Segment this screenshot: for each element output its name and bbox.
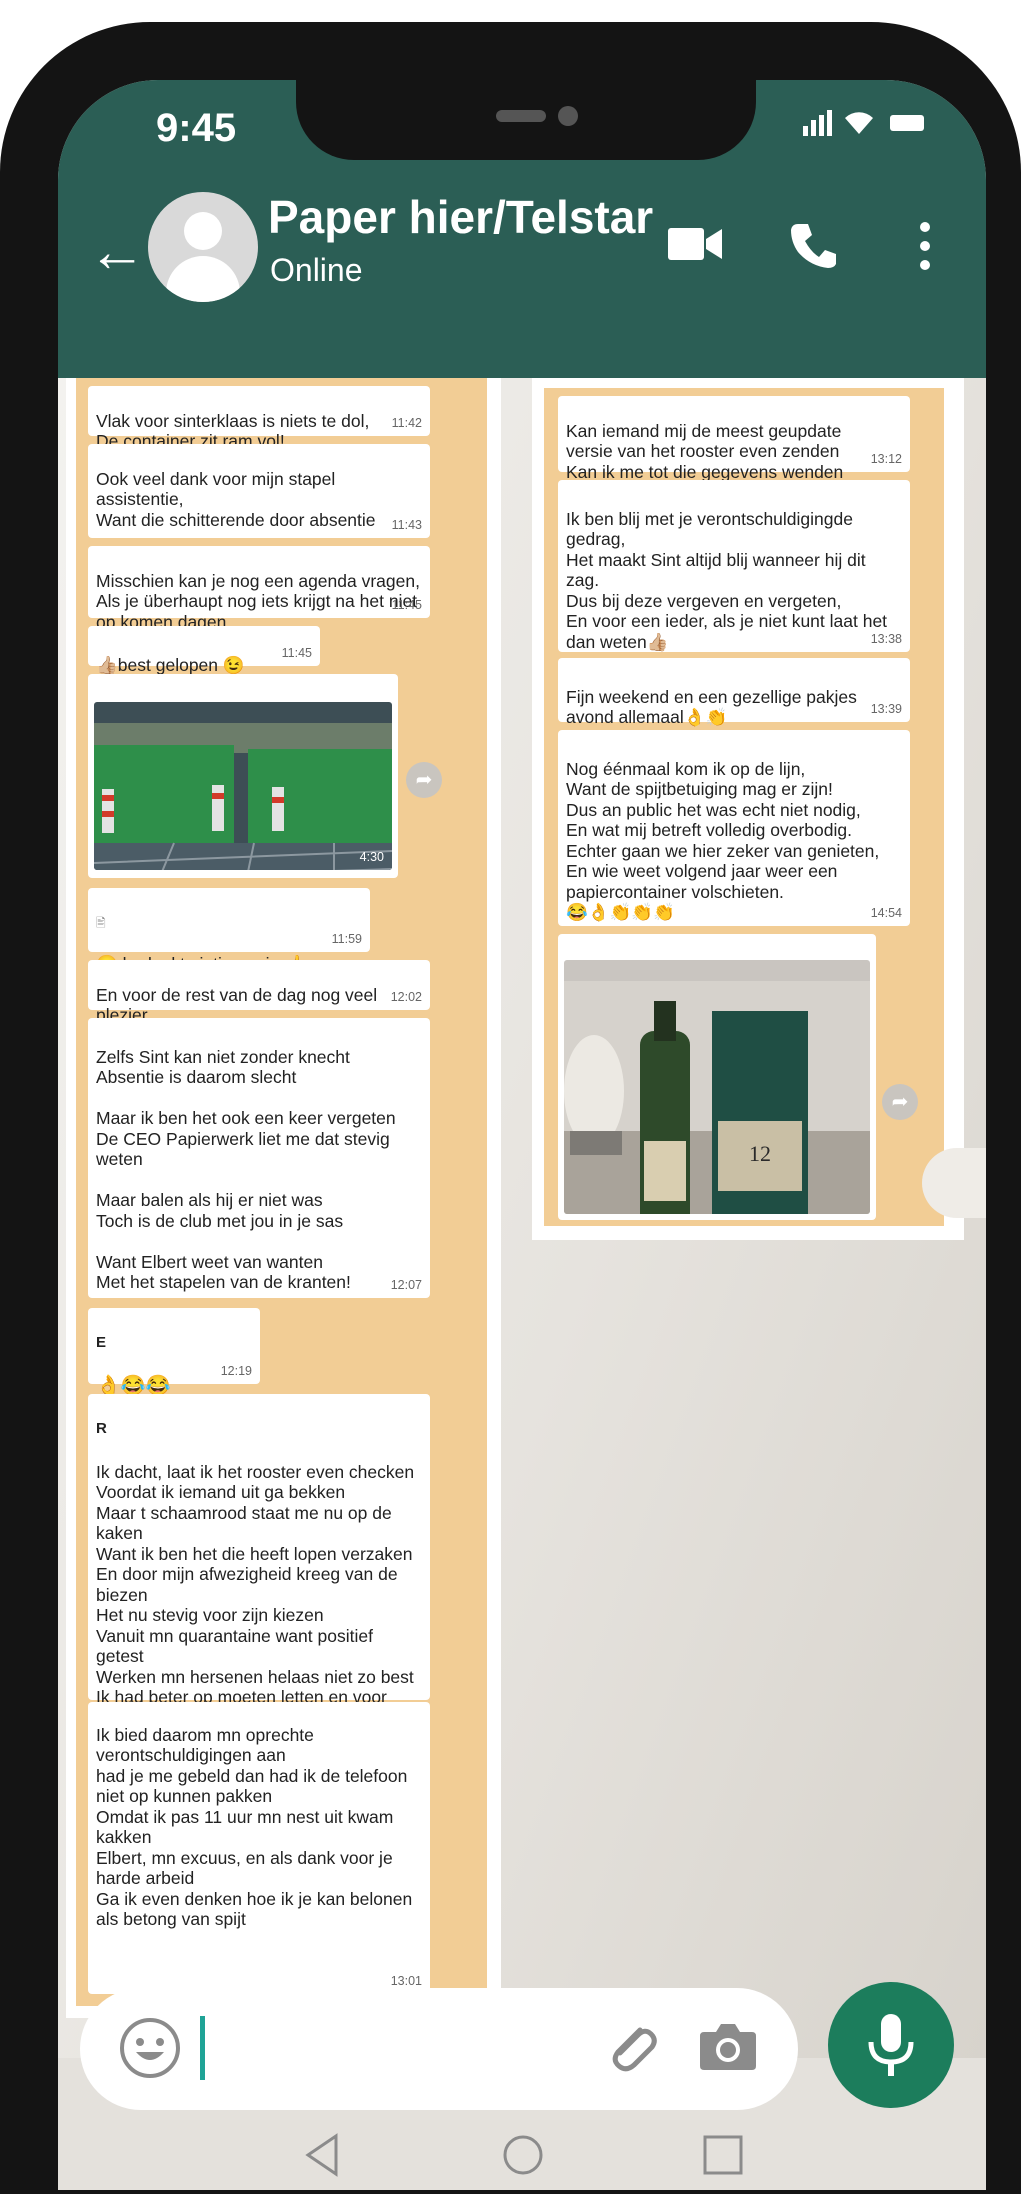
- smiley-icon[interactable]: [118, 2016, 182, 2080]
- more-menu-icon[interactable]: [918, 222, 932, 276]
- message-bubble[interactable]: 👍🏼best gelopen 😉 11:45: [88, 626, 320, 675]
- camera-notch: [296, 80, 756, 160]
- message-text: Ik dacht, laat ik het rooster even check…: [96, 1461, 415, 1728]
- message-sender: R: [96, 1419, 107, 1437]
- message-text: Zelfs Sint kan niet zonder knecht Absent…: [96, 1046, 396, 1293]
- message-bubble[interactable]: Misschien kan je nog een agenda vragen, …: [88, 546, 430, 632]
- system-nav-bar: [58, 2130, 986, 2190]
- nav-home-icon[interactable]: [498, 2130, 548, 2180]
- message-text: Misschien kan je nog een agenda vragen, …: [96, 570, 420, 632]
- speaker-icon: [496, 110, 546, 122]
- message-bubble[interactable]: R Ik dacht, laat ik het rooster even che…: [88, 1394, 430, 1728]
- nav-recents-icon[interactable]: [698, 2130, 748, 2180]
- message-bubble[interactable]: Ook veel dank voor mijn stapel assistent…: [88, 444, 430, 538]
- message-bubble[interactable]: Nog éénmaal kom ik op de lijn, Want de s…: [558, 730, 910, 926]
- signal-icon: [803, 110, 832, 136]
- message-bubble[interactable]: En voor de rest van de dag nog veel plez…: [88, 960, 430, 1025]
- left-screenshot-panel: Vlak voor sinterklaas is niets te dol, D…: [66, 378, 501, 2018]
- message-time: 12:19: [220, 1363, 252, 1378]
- chat-status: Online: [270, 252, 363, 288]
- battery-icon: [890, 115, 924, 131]
- message-bubble[interactable]: Ik ben blij met je verontschuldigingde g…: [558, 480, 910, 652]
- image-message[interactable]: E 1: [558, 934, 876, 1220]
- avatar[interactable]: [148, 192, 258, 302]
- voice-call-icon[interactable]: [788, 220, 838, 270]
- partial-bubble-edge: [922, 1148, 986, 1218]
- message-time: 13:39: [870, 701, 902, 716]
- video-call-icon[interactable]: [668, 222, 724, 266]
- left-screenshot-background: Vlak voor sinterklaas is niets te dol, D…: [76, 378, 487, 2006]
- chat-header: ← Paper hier/Telstar Online: [58, 170, 986, 378]
- message-text: Kan iemand mij de meest geupdate versie …: [566, 420, 844, 482]
- message-time: 11:42: [391, 415, 422, 430]
- message-text: Ik ben blij met je verontschuldigingde g…: [566, 508, 888, 652]
- message-time: 11:45: [281, 645, 312, 660]
- camera-icon[interactable]: [698, 2018, 758, 2074]
- status-bar: 9:45: [58, 80, 986, 170]
- message-bubble[interactable]: Zelfs Sint kan niet zonder knecht Absent…: [88, 1018, 430, 1298]
- whisky-bottles-photo[interactable]: 12: [564, 960, 870, 1214]
- svg-text:12: 12: [749, 1141, 771, 1166]
- microphone-button[interactable]: [828, 1982, 954, 2108]
- chat-title[interactable]: Paper hier/Telstar: [268, 190, 653, 244]
- message-bubble[interactable]: Ik bied daarom mn oprechte verontschuldi…: [88, 1702, 430, 1994]
- chat-area: Vlak voor sinterklaas is niets te dol, D…: [58, 378, 986, 2058]
- message-time: 11:59: [331, 931, 362, 946]
- microphone-icon: [868, 2014, 914, 2076]
- message-input[interactable]: [80, 1988, 798, 2110]
- text-cursor: [200, 2016, 205, 2080]
- forward-icon[interactable]: ➦: [406, 762, 442, 798]
- paperclip-icon[interactable]: [600, 2016, 662, 2078]
- image-message[interactable]: E: [88, 674, 398, 878]
- nav-back-icon[interactable]: [298, 2130, 348, 2180]
- avatar-head: [184, 212, 222, 250]
- message-bubble[interactable]: Fijn weekend en een gezellige pakjes avo…: [558, 658, 910, 727]
- message-text: Ik bied daarom mn oprechte verontschuldi…: [96, 1724, 413, 1930]
- message-bubble[interactable]: 🖹 😀 bedankt pietje papier👍 11:59: [88, 888, 370, 974]
- avatar-body: [166, 256, 240, 302]
- message-time: 12:07: [390, 1277, 422, 1292]
- back-arrow-icon[interactable]: ←: [88, 222, 146, 282]
- phone-screen: 9:45 ← Paper hier/Telstar Online Vlak vo…: [58, 80, 986, 2190]
- container-photo-image: [94, 722, 392, 870]
- message-text: Ook veel dank voor mijn stapel assistent…: [96, 468, 376, 530]
- message-time: 12:02: [390, 989, 422, 1004]
- whisky-bottles-photo-image: 12: [564, 980, 870, 1214]
- phone-frame: 9:45 ← Paper hier/Telstar Online Vlak vo…: [0, 22, 1021, 2194]
- message-bubble[interactable]: Kan iemand mij de meest geupdate versie …: [558, 396, 910, 482]
- container-photo[interactable]: 4:30: [94, 702, 392, 870]
- wifi-icon: [845, 112, 873, 134]
- message-time: 11:43: [391, 517, 422, 532]
- photo-time: 4:30: [359, 849, 384, 864]
- message-time: 14:54: [870, 905, 902, 920]
- status-icons: [803, 110, 924, 136]
- message-text: Nog éénmaal kom ik op de lijn, Want de s…: [566, 758, 880, 923]
- status-time: 9:45: [156, 106, 237, 150]
- forward-icon[interactable]: ➦: [882, 1084, 918, 1120]
- message-time: 13:38: [870, 631, 902, 646]
- message-text: 👍🏼best gelopen 😉: [96, 654, 245, 675]
- message-time: 11:45: [391, 597, 422, 612]
- document-icon: 🖹: [96, 915, 106, 930]
- message-sender: E: [96, 1333, 107, 1351]
- front-camera-icon: [558, 106, 578, 126]
- message-bubble[interactable]: Vlak voor sinterklaas is niets te dol, D…: [88, 386, 430, 451]
- message-bubble[interactable]: E 👌😂😂 12:19: [88, 1308, 260, 1396]
- message-text: Fijn weekend en een gezellige pakjes avo…: [566, 686, 857, 728]
- message-time: 13:12: [870, 451, 902, 466]
